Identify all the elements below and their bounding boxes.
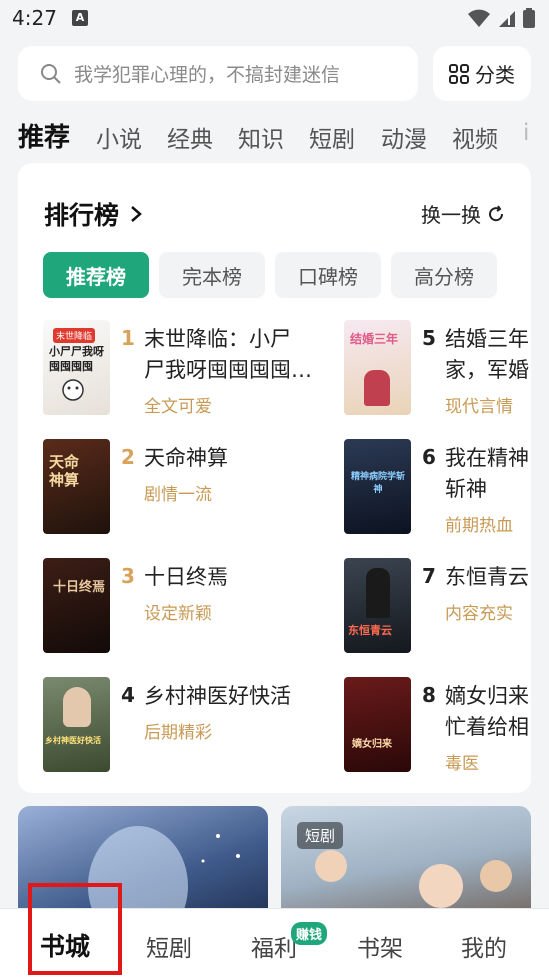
book-cover: 十日终焉 xyxy=(43,558,110,653)
book-item[interactable]: 嫡女归来 8 嫡女归来 忙着给相 毒医 xyxy=(344,677,531,777)
ranking-chips: 推荐榜 完本榜 口碑榜 高分榜 xyxy=(43,252,497,298)
tab-knowledge[interactable]: 知识 xyxy=(238,120,284,154)
book-tag: 现代言情 xyxy=(445,397,513,417)
status-bar: 4:27 A xyxy=(0,0,549,38)
book-cover: 嫡女归来 xyxy=(344,677,411,772)
notification-icon: A xyxy=(72,10,88,26)
system-icons xyxy=(467,8,535,28)
earn-money-badge: 赚钱 xyxy=(291,922,328,945)
book-item[interactable]: 天命神算 2 天命神算 剧情一流 xyxy=(43,439,333,539)
tab-classic[interactable]: 经典 xyxy=(167,120,213,154)
nav-mine[interactable]: 我的 xyxy=(461,929,507,963)
book-rank: 8 xyxy=(422,683,436,707)
book-cover: 乡村神医好快活 xyxy=(43,677,110,772)
book-cover: 结婚三年 xyxy=(344,320,411,415)
book-title: 结婚三年 家，军婚 xyxy=(445,327,529,382)
wifi-icon xyxy=(468,9,490,27)
cover-title: 乡村神医好快活 xyxy=(45,736,101,745)
book-cover: 精神病院学斩神 xyxy=(344,439,411,534)
svg-text:小尸尸我呀: 小尸尸我呀 xyxy=(48,344,104,358)
book-item[interactable]: 东恒青云 7 东恒青云 内容充实 xyxy=(344,558,531,658)
book-item[interactable]: 精神病院学斩神 6 我在精神 斩神 前期热血 xyxy=(344,439,531,539)
chip-recommend[interactable]: 推荐榜 xyxy=(43,252,149,298)
book-item[interactable]: 末世降临 小尸尸我呀囤囤囤囤 1 末世降临：小尸 尸我呀囤囤囤囤… 全文可爱 xyxy=(43,320,333,420)
chip-completed[interactable]: 完本榜 xyxy=(159,252,265,298)
book-tag: 设定新颖 xyxy=(144,604,212,624)
book-title: 天命神算 xyxy=(144,446,228,470)
refresh-button[interactable]: 换一换 xyxy=(421,199,505,228)
tab-anime[interactable]: 动漫 xyxy=(381,120,427,154)
cover-figure xyxy=(63,687,91,727)
search-icon xyxy=(41,63,61,84)
tab-recommend[interactable]: 推荐 xyxy=(18,117,70,154)
book-rank: 5 xyxy=(422,326,436,350)
book-title: 乡村神医好快活 xyxy=(144,684,291,708)
status-time: 4:27 xyxy=(12,6,57,30)
book-rank: 7 xyxy=(422,564,436,588)
refresh-label: 换一换 xyxy=(421,203,481,227)
grid-icon xyxy=(449,63,469,84)
book-title: 十日终焉 xyxy=(144,565,228,589)
short-drama-badge: 短剧 xyxy=(297,822,344,849)
ranking-card: 排行榜 换一换 推荐榜 完本榜 口碑榜 高分榜 末世降临 小尸尸我呀囤囤囤囤 1… xyxy=(18,163,531,793)
cover-title: 天命神算 xyxy=(49,453,80,489)
book-tag: 剧情一流 xyxy=(144,485,212,505)
book-tag: 后期精彩 xyxy=(144,723,212,743)
book-rank: 1 xyxy=(121,326,135,350)
book-title: 东恒青云 xyxy=(445,565,529,589)
book-rank: 6 xyxy=(422,445,436,469)
book-tag: 毒医 xyxy=(445,754,479,774)
book-cover: 末世降临 小尸尸我呀囤囤囤囤 xyxy=(43,320,110,415)
tab-video[interactable]: 视频 xyxy=(452,120,498,154)
book-tag: 前期热血 xyxy=(445,516,513,536)
nav-bookshelf[interactable]: 书架 xyxy=(357,929,403,963)
tab-more[interactable]: i xyxy=(523,120,529,146)
ranking-title-text: 排行榜 xyxy=(44,201,120,230)
book-item[interactable]: 乡村神医好快活 4 乡村神医好快活 后期精彩 xyxy=(43,677,333,777)
search-placeholder: 我学犯罪心理的，不搞封建迷信 xyxy=(74,64,341,86)
book-item[interactable]: 十日终焉 3 十日终焉 设定新颖 xyxy=(43,558,333,658)
cover-title: 结婚三年 xyxy=(350,332,399,346)
book-title: 末世降临：小尸 尸我呀囤囤囤囤… xyxy=(144,327,312,382)
cover-figure xyxy=(366,568,390,618)
top-tabs: 推荐 小说 经典 知识 短剧 动漫 视频 i xyxy=(0,108,549,160)
search-bar[interactable]: 我学犯罪心理的，不搞封建迷信 xyxy=(18,46,418,101)
svg-text:囤囤囤囤: 囤囤囤囤 xyxy=(49,360,93,373)
book-title: 嫡女归来 忙着给相 xyxy=(445,684,529,739)
nav-short-drama[interactable]: 短剧 xyxy=(146,929,192,963)
ranking-title[interactable]: 排行榜 xyxy=(44,196,143,232)
book-cover: 天命神算 xyxy=(43,439,110,534)
category-label: 分类 xyxy=(475,63,515,87)
book-rank: 2 xyxy=(121,445,135,469)
refresh-icon xyxy=(489,204,504,221)
cover-title: 十日终焉 xyxy=(53,580,106,595)
chevron-right-icon xyxy=(131,206,142,222)
tab-short-drama[interactable]: 短剧 xyxy=(309,120,355,154)
book-item[interactable]: 结婚三年 5 结婚三年 家，军婚 现代言情 xyxy=(344,320,531,420)
book-cover: 东恒青云 xyxy=(344,558,411,653)
book-tag: 全文可爱 xyxy=(144,397,212,417)
book-rank: 3 xyxy=(121,564,135,588)
book-title: 我在精神 斩神 xyxy=(445,446,529,501)
battery-icon xyxy=(523,8,535,28)
book-rank: 4 xyxy=(121,683,135,707)
cover-figure xyxy=(364,370,390,406)
book-tag: 内容充实 xyxy=(445,604,513,624)
signal-icon xyxy=(499,11,515,27)
chip-high-score[interactable]: 高分榜 xyxy=(391,252,497,298)
category-button[interactable]: 分类 xyxy=(433,46,531,101)
cover-title: 末世降临 xyxy=(53,328,96,343)
tab-novel[interactable]: 小说 xyxy=(96,120,142,154)
cover-title: 精神病院学斩神 xyxy=(350,472,405,495)
highlight-box xyxy=(28,883,122,975)
chip-reputation[interactable]: 口碑榜 xyxy=(275,252,381,298)
cover-title: 嫡女归来 xyxy=(352,739,392,750)
cover-title: 东恒青云 xyxy=(348,624,392,637)
